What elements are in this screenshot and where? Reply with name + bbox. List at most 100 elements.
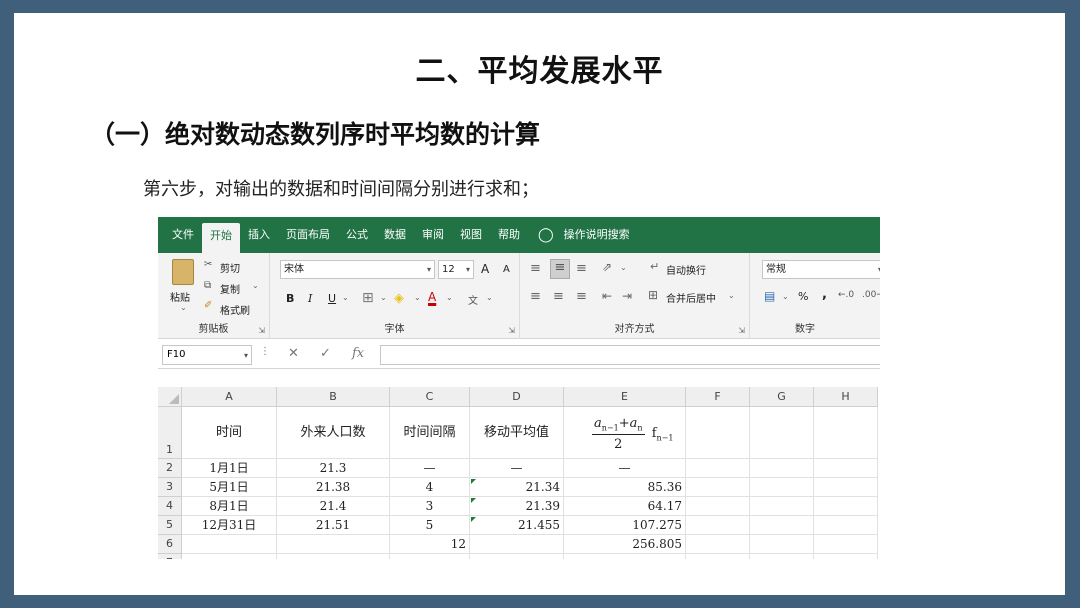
merge-center-button[interactable]: 合并后居中 [666,290,716,305]
font-color-chevron-icon[interactable]: ⌄ [446,293,453,302]
cell-g7[interactable] [750,554,814,559]
cell-g6[interactable] [750,535,814,554]
paste-chevron-icon[interactable]: ⌄ [180,303,187,312]
column-header-d[interactable]: D [470,387,564,407]
copy-button[interactable]: 复制 [220,281,240,296]
row-header-5[interactable]: 5 [158,516,182,535]
row-header-6[interactable]: 6 [158,535,182,554]
borders-chevron-icon[interactable]: ⌄ [380,293,387,302]
tab-file[interactable]: 文件 [164,221,202,249]
merge-icon[interactable]: ⊞ [648,288,658,302]
cell-e4[interactable]: 64.17 [564,497,686,516]
tab-formulas[interactable]: 公式 [338,221,376,249]
cell-c1[interactable]: 时间间隔 [390,407,470,459]
align-left-icon[interactable]: ≡ [530,289,541,304]
clipboard-launcher-icon[interactable]: ⇲ [258,326,265,335]
enter-icon[interactable]: ✓ [320,346,331,361]
align-right-icon[interactable]: ≡ [576,289,587,304]
font-color-button[interactable]: A [428,290,436,304]
align-center-icon[interactable]: ≡ [553,289,564,304]
cell-b5[interactable]: 21.51 [277,516,390,535]
insert-function-button[interactable]: fx [352,346,364,361]
row-header-4[interactable]: 4 [158,497,182,516]
cell-c4[interactable]: 3 [390,497,470,516]
font-name-select[interactable]: 宋体 ▾ [280,260,435,279]
cell-e5[interactable]: 107.275 [564,516,686,535]
orientation-icon[interactable]: ⇗ [602,260,612,274]
cell-f7[interactable] [686,554,750,559]
increase-decimal-icon[interactable]: ←.0 [838,290,854,300]
row-header-2[interactable]: 2 [158,459,182,478]
cut-button[interactable]: 剪切 [220,260,240,275]
cell-g3[interactable] [750,478,814,497]
cell-d4[interactable]: 21.39 [470,497,564,516]
cell-h3[interactable] [814,478,878,497]
underline-chevron-icon[interactable]: ⌄ [342,293,349,302]
cell-e1[interactable]: an−1+an 2 fn−1 [564,407,686,459]
cell-c7[interactable] [390,554,470,559]
cell-g2[interactable] [750,459,814,478]
percent-button[interactable]: % [798,290,808,303]
wrap-text-icon[interactable]: ↵ [650,260,659,273]
cell-e6[interactable]: 256.805 [564,535,686,554]
cell-a6[interactable] [182,535,277,554]
column-header-b[interactable]: B [277,387,390,407]
cell-a4[interactable]: 8月1日 [182,497,277,516]
column-header-e[interactable]: E [564,387,686,407]
cell-f6[interactable] [686,535,750,554]
cell-f3[interactable] [686,478,750,497]
cell-b4[interactable]: 21.4 [277,497,390,516]
align-middle-icon[interactable]: ≡ [550,259,570,279]
column-header-a[interactable]: A [182,387,277,407]
tab-insert[interactable]: 插入 [240,221,278,249]
cell-d2[interactable]: — [470,459,564,478]
bold-button[interactable]: B [286,292,294,305]
increase-indent-icon[interactable]: ⇥ [622,289,632,303]
cell-c2[interactable]: — [390,459,470,478]
align-bottom-icon[interactable]: ≡ [576,261,587,276]
row-header-7[interactable]: 7 [158,554,182,559]
cell-b1[interactable]: 外来人口数 [277,407,390,459]
formula-input[interactable] [380,345,880,365]
cell-g1[interactable] [750,407,814,459]
tab-review[interactable]: 审阅 [414,221,452,249]
cell-e7[interactable] [564,554,686,559]
merge-chevron-icon[interactable]: ⌄ [728,291,735,300]
tab-view[interactable]: 视图 [452,221,490,249]
italic-button[interactable]: I [308,292,312,305]
accounting-icon[interactable]: ▤ [764,289,775,303]
cell-g5[interactable] [750,516,814,535]
fill-color-icon[interactable]: ◈ [394,291,404,306]
decrease-decimal-icon[interactable]: .00→ [862,290,880,300]
cell-b2[interactable]: 21.3 [277,459,390,478]
cell-c6[interactable]: 12 [390,535,470,554]
cell-h6[interactable] [814,535,878,554]
row-header-3[interactable]: 3 [158,478,182,497]
tab-data[interactable]: 数据 [376,221,414,249]
cell-f5[interactable] [686,516,750,535]
cell-d7[interactable] [470,554,564,559]
column-header-c[interactable]: C [390,387,470,407]
row-header-1[interactable]: 1 [158,407,182,459]
cell-a2[interactable]: 1月1日 [182,459,277,478]
cell-b7[interactable] [277,554,390,559]
paste-button[interactable]: 粘贴 [170,289,190,304]
font-size-select[interactable]: 12 ▾ [438,260,474,279]
cell-b3[interactable]: 21.38 [277,478,390,497]
cell-f2[interactable] [686,459,750,478]
column-header-g[interactable]: G [750,387,814,407]
cell-b6[interactable] [277,535,390,554]
cell-c3[interactable]: 4 [390,478,470,497]
cell-e3[interactable]: 85.36 [564,478,686,497]
cell-c5[interactable]: 5 [390,516,470,535]
cell-h4[interactable] [814,497,878,516]
tab-help[interactable]: 帮助 [490,221,528,249]
cell-h1[interactable] [814,407,878,459]
cell-d1[interactable]: 移动平均值 [470,407,564,459]
tell-me-search[interactable]: 操作说明搜索 [556,221,638,249]
cancel-icon[interactable]: ✕ [288,346,299,361]
align-top-icon[interactable]: ≡ [530,261,541,276]
decrease-indent-icon[interactable]: ⇤ [602,289,612,303]
cell-a5[interactable]: 12月31日 [182,516,277,535]
name-box[interactable]: F10 ▾ [162,345,252,365]
